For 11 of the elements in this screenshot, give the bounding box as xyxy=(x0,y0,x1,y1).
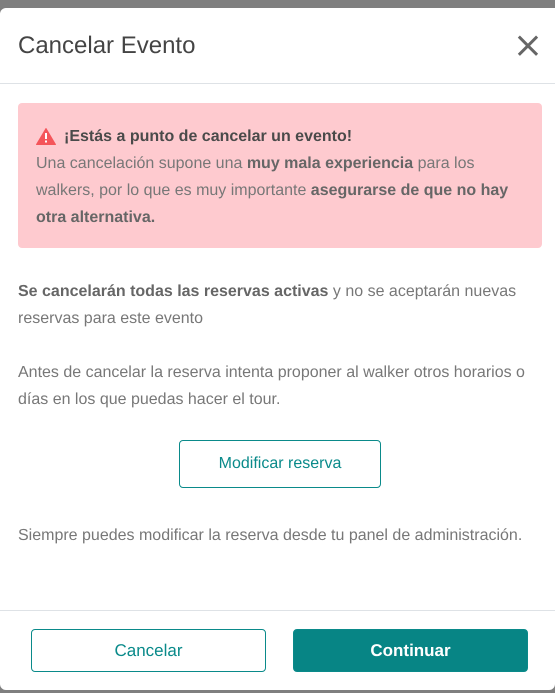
cancel-button[interactable]: Cancelar xyxy=(31,629,266,672)
alert-message: Una cancelación supone una muy mala experiencia para los walkers, por lo que es muy importante asegurarse de que no hay otra alternativa. xyxy=(36,154,510,228)
continue-button[interactable]: Continuar xyxy=(293,629,528,672)
modify-booking-button[interactable]: Modificar reserva xyxy=(179,440,381,488)
close-button[interactable]: × xyxy=(512,30,543,60)
note-text: Siempre puedes modificar la reserva desde tu panel de administración. xyxy=(18,526,524,546)
dialog-title: Cancelar Evento xyxy=(18,32,196,60)
body-paragraph: Antes de cancelar la reserva intenta proponer al walker otros horarios o días en los que puedas hacer el tour. xyxy=(18,363,526,410)
alert-title: ¡Estás a punto de cancelar un evento! xyxy=(64,127,352,147)
warning-icon xyxy=(36,128,56,145)
body-paragraph: Se cancelarán todas las reservas activas y no se aceptarán nuevas reservas para este evento xyxy=(18,282,518,329)
